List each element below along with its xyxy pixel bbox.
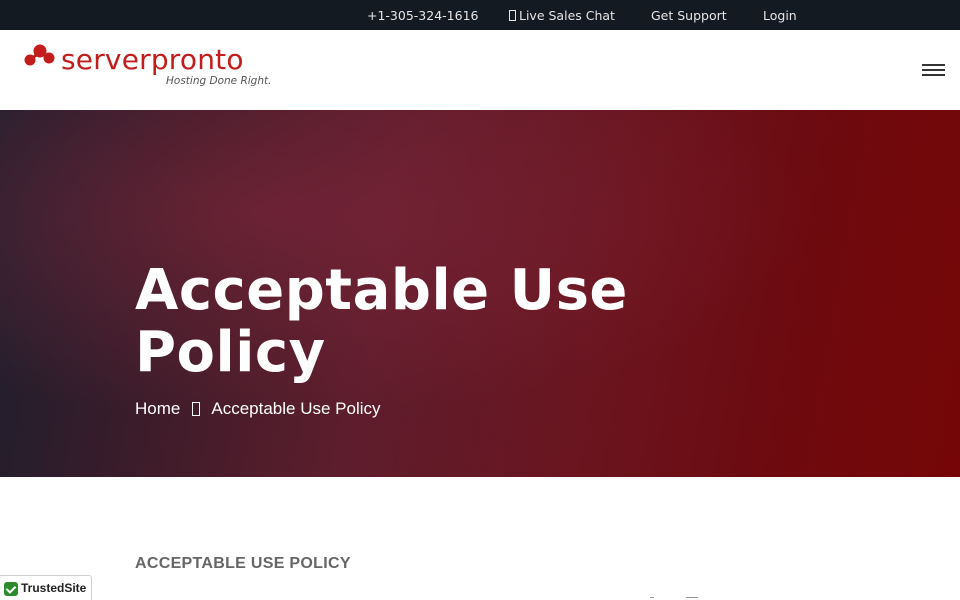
breadcrumb-home-link[interactable]: Home [135, 399, 180, 418]
login-link[interactable]: Login [763, 8, 797, 23]
hero-banner: Acceptable Use Policy Home Acceptable Use… [0, 110, 960, 477]
logo-mark-icon [24, 44, 55, 66]
trustedsite-badge[interactable]: TrustedSite [0, 575, 92, 600]
top-bar: +1-305-324-1616 Live Sales Chat Get Supp… [0, 0, 960, 30]
logo[interactable]: serverpronto Hosting Done Right. [24, 40, 274, 87]
section-heading: ACCEPTABLE USE POLICY [135, 555, 351, 572]
hamburger-menu-icon[interactable] [922, 64, 945, 76]
live-sales-chat-label: Live Sales Chat [519, 8, 615, 23]
logo-wordmark: serverpronto [61, 43, 244, 76]
checkmark-icon [4, 582, 18, 596]
breadcrumb: Home Acceptable Use Policy [135, 399, 381, 419]
breadcrumb-current: Acceptable Use Policy [211, 399, 381, 418]
logo-tagline: Hosting Done Right. [166, 75, 272, 87]
page-title: Acceptable Use Policy [135, 258, 628, 385]
get-support-link[interactable]: Get Support [651, 8, 727, 23]
chevron-right-icon [192, 402, 201, 416]
live-sales-chat-link[interactable]: Live Sales Chat [509, 8, 615, 23]
chat-icon [509, 10, 516, 21]
phone-link[interactable]: +1-305-324-1616 [367, 8, 479, 23]
trustedsite-label: TrustedSite [21, 581, 87, 595]
site-header: serverpronto Hosting Done Right. [0, 30, 960, 110]
partial-text-fragment [650, 594, 700, 600]
